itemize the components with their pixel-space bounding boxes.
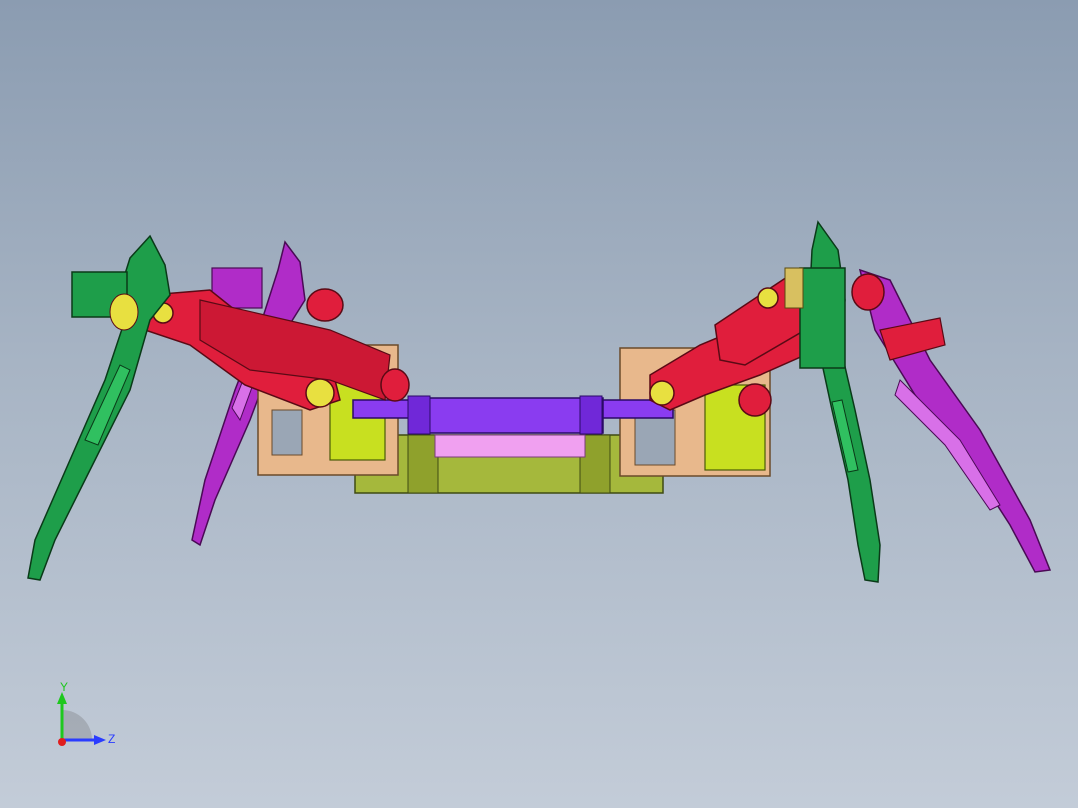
y-axis-label: Y (60, 680, 68, 694)
view-orientation-triad: Y Z (57, 680, 115, 746)
front-leg-left[interactable] (27, 234, 171, 581)
x-axis-dot (58, 738, 66, 746)
graphics-viewport[interactable]: Y Z (0, 0, 1078, 808)
z-axis-arrow (94, 735, 106, 745)
rear-leg-right[interactable] (858, 268, 1052, 573)
z-axis-label: Z (108, 732, 115, 746)
hexapod-robot-model[interactable] (0, 0, 1078, 808)
body-lower-plate[interactable] (354, 434, 664, 494)
triad-plane (62, 710, 92, 740)
